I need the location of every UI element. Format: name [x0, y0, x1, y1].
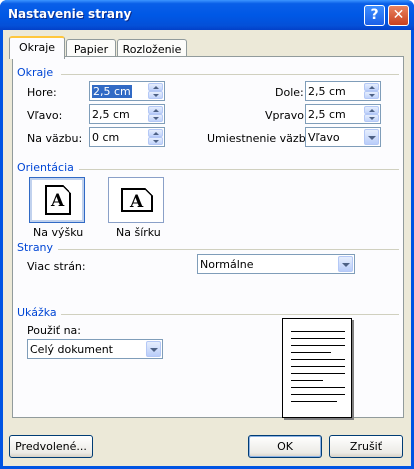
apply-to-value: Celý dokument: [30, 343, 113, 356]
cancel-button[interactable]: Zrušiť: [329, 435, 403, 458]
portrait-label: Na výšku: [33, 226, 84, 239]
spin-up-icon[interactable]: [148, 106, 163, 114]
left-margin-spinner[interactable]: 2,5 cm: [89, 104, 165, 124]
landscape-page-icon: A: [121, 188, 153, 212]
portrait-button[interactable]: A: [29, 177, 85, 223]
spin-down-icon[interactable]: [148, 114, 163, 122]
orientation-group-label: Orientácia: [17, 161, 74, 174]
landscape-label: Na šírku: [116, 226, 161, 239]
dialog-body: Okraje Papier Rozloženie Okraje Hore: 2,…: [3, 30, 411, 466]
portrait-page-icon: A: [45, 185, 71, 215]
preview-group-divider: [61, 314, 399, 315]
gutter-position-label: Umiestnenie väzby:: [207, 132, 316, 145]
gutter-position-select[interactable]: Vľavo: [305, 127, 381, 147]
bottom-margin-spinner[interactable]: 2,5 cm: [305, 81, 381, 101]
landscape-button[interactable]: A: [108, 177, 164, 223]
bottom-margin-label: Dole:: [275, 86, 304, 99]
orientation-group-divider: [79, 169, 399, 170]
margins-group-label: Okraje: [17, 66, 54, 79]
tab-okraje[interactable]: Okraje: [9, 36, 65, 59]
bottom-margin-spin-buttons[interactable]: [364, 83, 379, 99]
page-preview: [282, 318, 352, 418]
close-button[interactable]: ✕: [388, 5, 409, 26]
top-margin-value: 2,5 cm: [92, 85, 132, 98]
left-margin-value: 2,5 cm: [92, 108, 130, 121]
right-margin-spin-buttons[interactable]: [364, 106, 379, 122]
title-bar[interactable]: Nastavenie strany ? ✕: [0, 0, 414, 30]
multiple-pages-value: Normálne: [200, 258, 254, 271]
chevron-down-icon[interactable]: [146, 341, 161, 357]
spin-down-icon[interactable]: [148, 91, 163, 99]
gutter-position-value: Vľavo: [308, 131, 340, 144]
right-margin-label: Vpravo:: [265, 109, 308, 122]
margins-group-divider: [61, 74, 399, 75]
top-margin-label: Hore:: [27, 86, 57, 99]
preview-group-label: Ukážka: [17, 306, 57, 319]
spin-up-icon[interactable]: [148, 129, 163, 137]
chevron-down-icon[interactable]: [338, 256, 353, 272]
spin-down-icon[interactable]: [364, 114, 379, 122]
apply-to-select[interactable]: Celý dokument: [27, 339, 163, 359]
right-margin-value: 2,5 cm: [308, 108, 346, 121]
multiple-pages-select[interactable]: Normálne: [197, 254, 355, 274]
left-margin-spin-buttons[interactable]: [148, 106, 163, 122]
left-margin-label: Vľavo:: [27, 109, 63, 122]
gutter-spin-buttons[interactable]: [148, 129, 163, 145]
top-margin-spin-buttons[interactable]: [148, 83, 163, 99]
default-button[interactable]: Predvolené...: [9, 435, 93, 458]
chevron-down-icon[interactable]: [364, 129, 379, 145]
top-margin-spinner[interactable]: 2,5 cm: [89, 81, 165, 101]
multiple-pages-label: Viac strán:: [27, 260, 86, 273]
spin-up-icon[interactable]: [364, 83, 379, 91]
ok-button[interactable]: OK: [248, 435, 322, 458]
spin-down-icon[interactable]: [148, 137, 163, 145]
help-button[interactable]: ?: [364, 5, 385, 26]
spin-down-icon[interactable]: [364, 91, 379, 99]
gutter-label: Na väzbu:: [27, 132, 83, 145]
gutter-spinner[interactable]: 0 cm: [89, 127, 165, 147]
spin-up-icon[interactable]: [148, 83, 163, 91]
pages-group-divider: [58, 249, 399, 250]
gutter-value: 0 cm: [92, 131, 120, 144]
right-margin-spinner[interactable]: 2,5 cm: [305, 104, 381, 124]
spin-up-icon[interactable]: [364, 106, 379, 114]
bottom-margin-value: 2,5 cm: [308, 85, 346, 98]
dialog-title: Nastavenie strany: [8, 7, 132, 21]
apply-to-label: Použiť na:: [27, 324, 82, 337]
pages-group-label: Strany: [17, 241, 54, 254]
dialog-window: Nastavenie strany ? ✕ Okraje Papier Rozl…: [0, 0, 414, 469]
